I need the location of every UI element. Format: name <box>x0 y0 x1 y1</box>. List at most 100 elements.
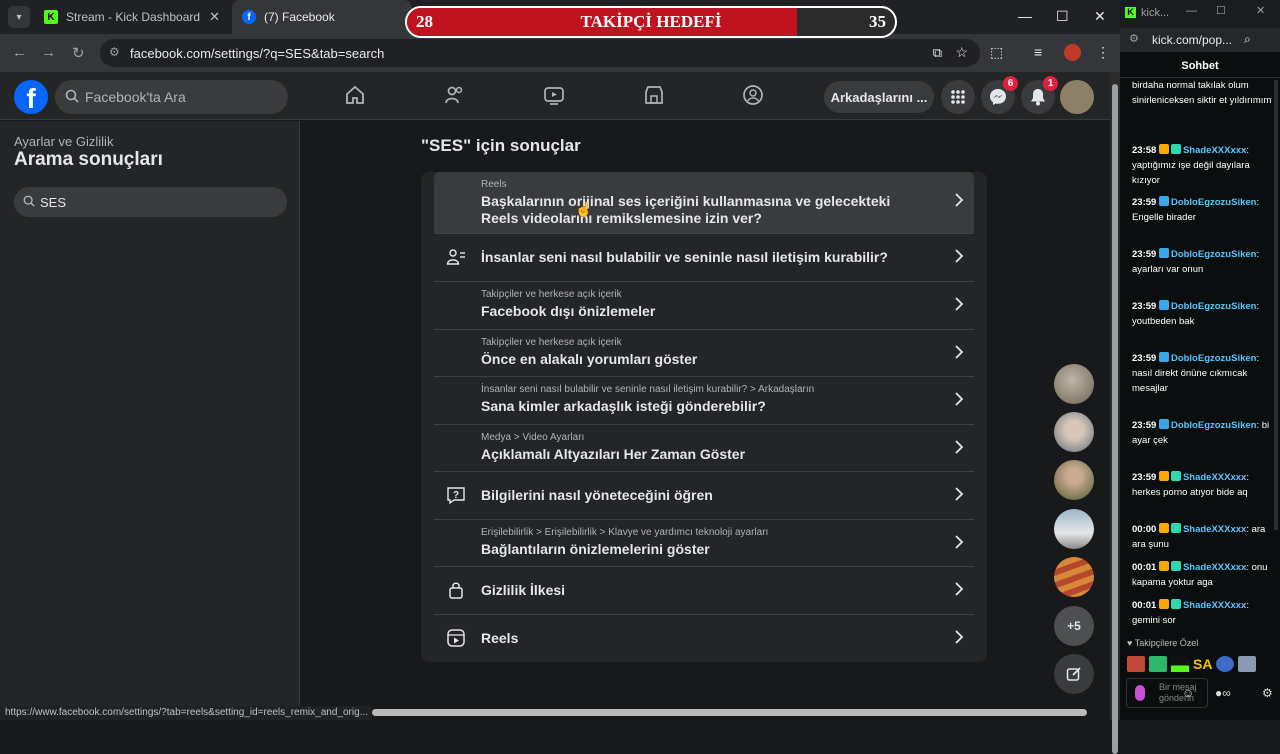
maximize-icon[interactable]: ☐ <box>1216 4 1226 17</box>
mouse-cursor-icon: ☝ <box>575 201 593 217</box>
minimize-icon[interactable]: — <box>1186 5 1197 17</box>
url-text: facebook.com/settings/?q=SES&tab=search <box>130 45 385 61</box>
kick-url-field[interactable]: ⚙ kick.com/pop... ⌕ <box>1120 28 1280 52</box>
result-row[interactable]: Gizlilik İlkesi <box>434 567 974 615</box>
chat-username[interactable]: ShadeXXXxxx <box>1183 562 1246 573</box>
emote[interactable] <box>1127 656 1145 672</box>
address-bar-area: ← → ↻ ⚙ facebook.com/settings/?q=SES&tab… <box>0 34 1120 72</box>
result-row[interactable]: ? Bilgilerini nasıl yöneteceğini öğren <box>434 472 974 520</box>
account-avatar[interactable] <box>1060 80 1094 114</box>
chat-scrollbar[interactable] <box>1274 80 1278 530</box>
chat-settings-icon[interactable]: ⚙ <box>1262 686 1273 700</box>
emote[interactable] <box>1238 656 1257 672</box>
chat-message: 23:59 DobloEgzozuSiken: youtbeden bak <box>1132 299 1272 329</box>
extensions-icon[interactable]: ⬚ <box>990 44 1003 61</box>
scrollbar-thumb[interactable] <box>1112 84 1118 754</box>
site-info-icon[interactable]: ⚙ <box>1129 32 1139 45</box>
minimize-icon[interactable]: — <box>1018 8 1032 24</box>
profile-icon[interactable] <box>1064 44 1081 61</box>
back-icon[interactable]: ← <box>12 44 27 61</box>
result-path: Takipçiler ve herkese açık içerik <box>481 289 622 300</box>
media-control-icon[interactable]: ≡ <box>1034 44 1042 60</box>
chat-username[interactable]: ShadeXXXxxx <box>1183 145 1246 156</box>
chat-input[interactable]: Bir mesaj gönderin <box>1126 678 1208 708</box>
url-field[interactable]: ⚙ facebook.com/settings/?q=SES&tab=searc… <box>100 39 980 67</box>
tab-label: Stream - Kick Dashboard <box>66 10 201 24</box>
contact-avatar[interactable] <box>1054 509 1094 549</box>
more-contacts-button[interactable]: +5 <box>1054 606 1094 646</box>
tab-search-icon[interactable]: ▾ <box>8 6 30 28</box>
result-row[interactable]: Takipçiler ve herkese açık içerik Önce en… <box>434 330 974 377</box>
emote[interactable] <box>1171 656 1189 672</box>
chevron-right-icon <box>954 248 964 269</box>
maximize-icon[interactable]: ☐ <box>1056 8 1069 25</box>
emoji-icon[interactable]: ☺ <box>1182 686 1194 700</box>
breadcrumb[interactable]: Ayarlar ve Gizlilik <box>14 134 113 149</box>
facebook-logo[interactable]: f <box>14 80 48 114</box>
contact-avatar[interactable] <box>1054 557 1094 597</box>
facebook-search-input[interactable]: Facebook'ta Ara <box>55 80 288 114</box>
browser-menu-icon[interactable]: ⋮ <box>1096 44 1110 61</box>
contact-avatar[interactable] <box>1054 364 1094 404</box>
tab-kick-dashboard[interactable]: K Stream - Kick Dashboard ✕ <box>34 0 230 34</box>
microphone-icon[interactable] <box>1135 685 1145 701</box>
chat-username[interactable]: DobloEgzozuSiken <box>1171 197 1257 208</box>
reload-icon[interactable]: ↻ <box>72 44 85 62</box>
reels-icon <box>446 628 466 648</box>
home-icon[interactable] <box>344 84 366 106</box>
chat-username[interactable]: DobloEgzozuSiken <box>1171 249 1257 260</box>
video-icon[interactable] <box>543 84 565 106</box>
tab-facebook[interactable]: f (7) Facebook <box>232 0 412 34</box>
emote[interactable] <box>1149 656 1167 672</box>
close-window-icon[interactable]: ✕ <box>1094 8 1106 25</box>
chat-username[interactable]: ShadeXXXxxx <box>1183 472 1246 483</box>
menu-grid-icon[interactable] <box>941 80 975 114</box>
tab-label: (7) Facebook <box>264 10 335 24</box>
chevron-right-icon <box>954 486 964 507</box>
search-icon[interactable]: ⌕ <box>1244 32 1251 47</box>
new-message-icon[interactable] <box>1054 654 1094 694</box>
horizontal-scrollbar[interactable] <box>372 709 1087 716</box>
emote-sa[interactable]: SA <box>1193 656 1212 672</box>
chat-header: Sohbet <box>1120 52 1280 78</box>
lock-icon <box>446 580 466 600</box>
chat-time: 00:01 <box>1132 600 1157 611</box>
chat-username[interactable]: ShadeXXXxxx <box>1183 600 1246 611</box>
chat-username[interactable]: DobloEgzozuSiken <box>1171 301 1257 312</box>
settings-search-input[interactable]: SES <box>14 187 287 217</box>
contact-avatar[interactable] <box>1054 460 1094 500</box>
chat-users-icon[interactable]: ●∞ <box>1215 686 1231 700</box>
chat-username[interactable]: DobloEgzozuSiken <box>1171 420 1257 431</box>
result-row[interactable]: Medya > Video Ayarları Açıklamalı Altyazı… <box>434 425 974 472</box>
result-row[interactable]: Erişilebilirlik > Erişilebilirlik > Klav… <box>434 520 974 567</box>
groups-icon[interactable] <box>742 84 764 106</box>
results-card: Reels Başkalarının orijinal ses içeriğini… <box>421 172 987 662</box>
result-row[interactable]: Reels <box>434 615 974 662</box>
result-row[interactable]: Reels Başkalarının orijinal ses içeriğini… <box>434 172 974 234</box>
find-friends-button[interactable]: Arkadaşlarını ... <box>824 81 934 113</box>
result-title: Bağlantıların önizlemelerini göster <box>481 541 710 557</box>
result-title: Sana kimler arkadaşlık isteği gönderebil… <box>481 398 766 414</box>
heart-icon: ♥ <box>1127 638 1135 648</box>
chat-username[interactable]: DobloEgzozuSiken <box>1171 353 1257 364</box>
contact-avatar[interactable] <box>1054 412 1094 452</box>
messenger-icon[interactable]: 6 <box>981 76 1018 114</box>
chat-time: 23:58 <box>1132 145 1157 156</box>
emote[interactable] <box>1216 656 1235 672</box>
notifications-icon[interactable]: 1 <box>1021 76 1058 114</box>
close-window-icon[interactable]: ✕ <box>1256 4 1265 17</box>
messenger-badge: 6 <box>1003 76 1018 91</box>
result-row[interactable]: Takipçiler ve herkese açık içerik Faceboo… <box>434 282 974 330</box>
install-app-icon[interactable]: ⧉ <box>933 45 942 61</box>
bookmark-star-icon[interactable]: ☆ <box>955 44 968 61</box>
forward-icon[interactable]: → <box>41 44 56 61</box>
close-tab-icon[interactable]: ✕ <box>209 9 220 25</box>
marketplace-icon[interactable] <box>643 84 665 106</box>
chat-text: birdaha normal takılak olum sinirlenicek… <box>1132 80 1272 106</box>
result-row[interactable]: İnsanlar seni nasıl bulabilir ve seninle… <box>434 234 974 282</box>
site-info-icon[interactable]: ⚙ <box>109 45 120 59</box>
friends-icon[interactable] <box>444 84 466 106</box>
result-row[interactable]: İnsanlar seni nasıl bulabilir ve seninle… <box>434 377 974 425</box>
vertical-scrollbar[interactable] <box>1110 72 1120 754</box>
chat-username[interactable]: ShadeXXXxxx <box>1183 524 1246 535</box>
